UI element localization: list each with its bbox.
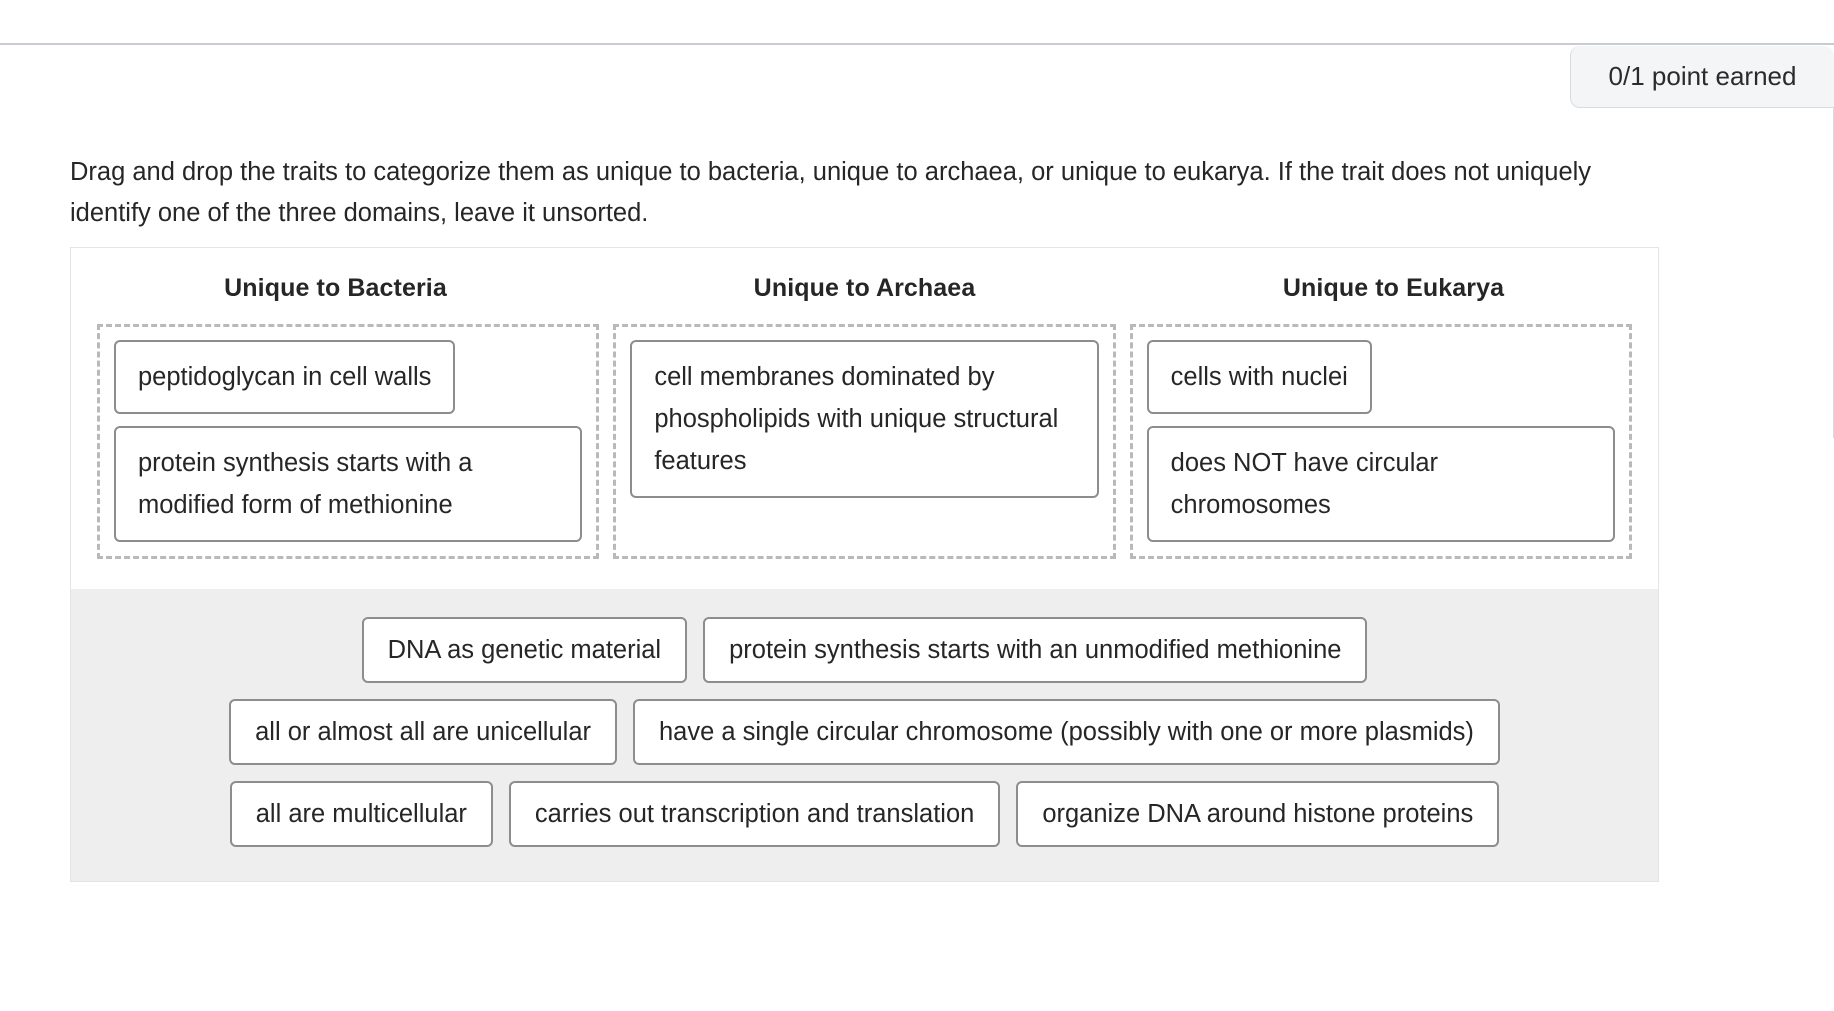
instructions-text: Drag and drop the traits to categorize t… [70,158,1592,227]
question-panel: 0/1 point earned Drag and drop the trait… [0,0,1834,1011]
trait-chip[interactable]: all or almost all are unicellular [229,699,617,765]
trait-chip[interactable]: organize DNA around histone proteins [1016,781,1500,847]
top-divider [0,43,1834,45]
dropzone-eukarya[interactable]: cells with nuclei does NOT have circular… [1129,324,1632,559]
dropzone-archaea[interactable]: cell membranes dominated by phospholipid… [613,324,1116,559]
trait-chip[interactable]: have a single circular chromosome (possi… [633,699,1500,765]
points-earned-label: 0/1 point earned [1608,61,1797,91]
trait-chip[interactable]: all are multicellular [229,781,493,847]
bank-row: all are multicellular carries out transc… [95,781,1634,847]
sorting-container: Unique to Bacteria Unique to Archaea Uni… [70,247,1659,882]
bank-row: all or almost all are unicellular have a… [95,699,1634,765]
bank-row: DNA as genetic material protein synthesi… [95,617,1634,683]
column-headers-row: Unique to Bacteria Unique to Archaea Uni… [71,248,1658,303]
trait-chip[interactable]: does NOT have circular chromosomes [1146,426,1615,542]
trait-chip[interactable]: protein synthesis starts with a modified… [114,426,583,542]
dropzones-row: peptidoglycan in cell walls protein synt… [71,303,1658,589]
trait-chip[interactable]: peptidoglycan in cell walls [114,340,456,414]
column-header-bacteria: Unique to Bacteria [224,274,447,302]
trait-chip[interactable]: carries out transcription and translatio… [508,781,1001,847]
column-header-archaea: Unique to Archaea [753,274,976,302]
trait-chip[interactable]: DNA as genetic material [361,617,688,683]
column-header-eukarya: Unique to Eukarya [1282,274,1505,302]
trait-chip[interactable]: cells with nuclei [1146,340,1372,414]
dropzone-bacteria[interactable]: peptidoglycan in cell walls protein synt… [97,324,600,559]
points-earned-badge: 0/1 point earned [1570,46,1834,108]
trait-chip[interactable]: cell membranes dominated by phospholipid… [630,340,1099,498]
trait-chip[interactable]: protein synthesis starts with an unmodif… [703,617,1368,683]
unsorted-traits-bank[interactable]: DNA as genetic material protein synthesi… [71,589,1658,881]
